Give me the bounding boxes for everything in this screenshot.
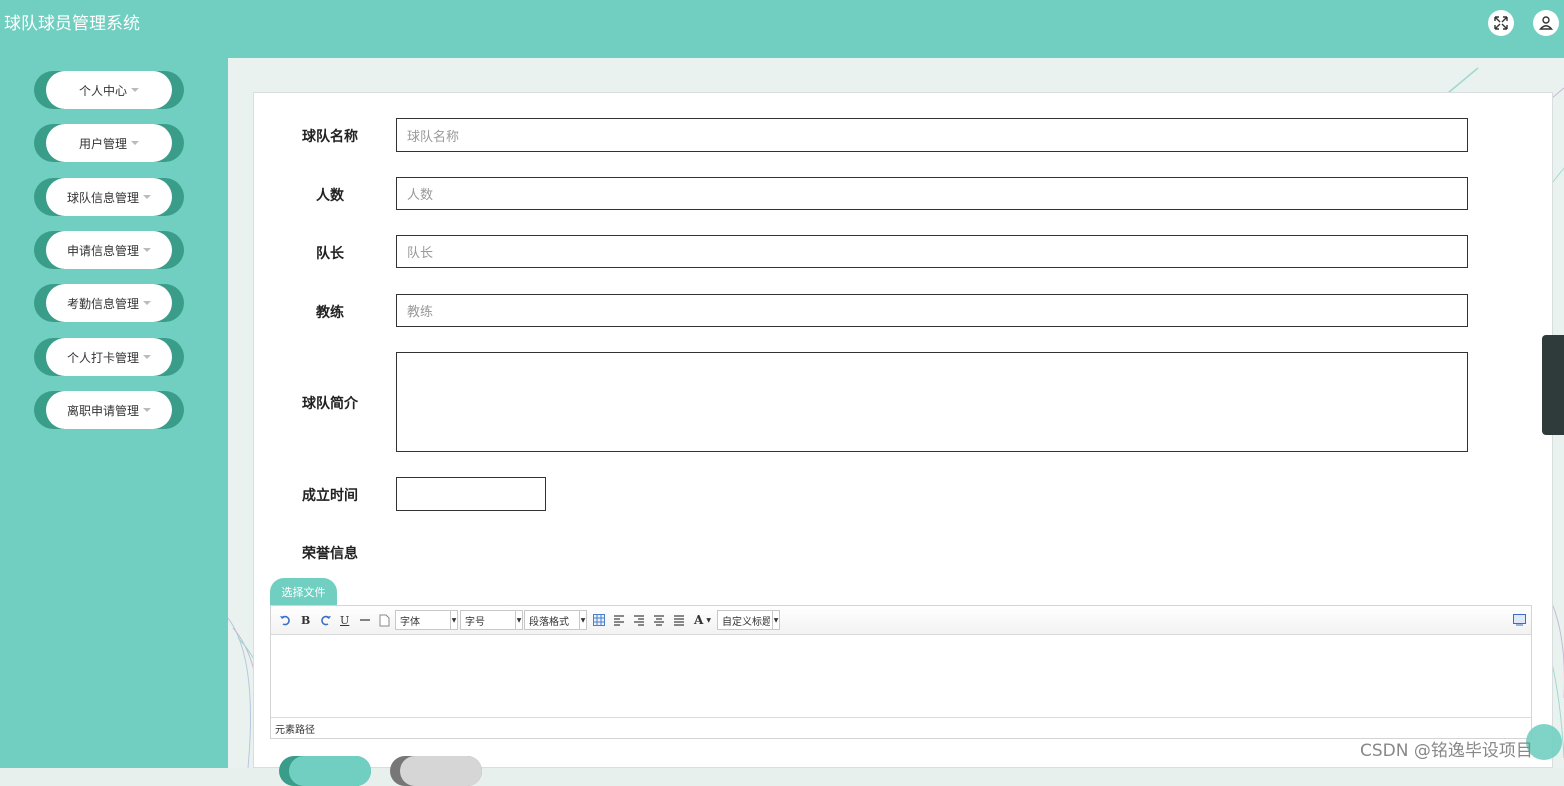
sidebar-item-attendance[interactable]: 考勤信息管理 bbox=[34, 284, 184, 322]
watermark: CSDN @铭逸毕设项目 bbox=[1360, 741, 1533, 761]
team-name-label: 球队名称 bbox=[302, 129, 358, 145]
sidebar-item-label: 个人中心 bbox=[78, 83, 127, 98]
cancel-button[interactable] bbox=[390, 756, 482, 786]
align-right-icon[interactable] bbox=[633, 612, 645, 628]
caret-down-icon bbox=[143, 248, 151, 252]
coach-placeholder: 教练 bbox=[407, 305, 434, 320]
founded-label: 成立时间 bbox=[302, 488, 358, 504]
team-name-input[interactable]: 球队名称 bbox=[396, 118, 1468, 152]
sidebar-item-checkin[interactable]: 个人打卡管理 bbox=[34, 338, 184, 376]
select-arrow-icon: ▼ bbox=[772, 611, 779, 629]
font-size-value: 字号 bbox=[465, 616, 485, 628]
font-family-value: 字体 bbox=[400, 616, 420, 628]
horizontal-rule-icon[interactable] bbox=[359, 612, 371, 628]
captain-input[interactable]: 队长 bbox=[396, 235, 1468, 268]
sidebar-item-label: 球队信息管理 bbox=[66, 190, 139, 205]
paragraph-format-select[interactable]: 段落格式 ▼ bbox=[524, 610, 587, 630]
select-arrow-icon: ▼ bbox=[579, 611, 586, 629]
sidebar-item-personal-center[interactable]: 个人中心 bbox=[34, 71, 184, 109]
select-arrow-icon: ▼ bbox=[450, 611, 457, 629]
table-icon[interactable] bbox=[593, 612, 605, 628]
team-name-placeholder: 球队名称 bbox=[407, 129, 460, 145]
redo-icon[interactable] bbox=[320, 612, 332, 628]
preview-icon[interactable] bbox=[1513, 612, 1526, 628]
font-color-arrow-icon: ▼ bbox=[706, 616, 711, 624]
sidebar-item-user-management[interactable]: 用户管理 bbox=[34, 124, 184, 162]
founded-date-input[interactable] bbox=[396, 477, 546, 511]
sidebar-item-label: 个人打卡管理 bbox=[66, 350, 139, 365]
honors-label: 荣誉信息 bbox=[302, 546, 358, 562]
editor-content-area[interactable] bbox=[271, 635, 1531, 718]
caret-down-icon bbox=[143, 355, 151, 359]
sidebar-item-label: 考勤信息管理 bbox=[66, 296, 139, 311]
font-color-button[interactable]: A ▼ bbox=[694, 612, 711, 628]
caret-down-icon bbox=[131, 88, 139, 92]
sidebar-item-team-info[interactable]: 球队信息管理 bbox=[34, 178, 184, 216]
underline-button[interactable]: U bbox=[340, 612, 349, 628]
side-panel-handle[interactable] bbox=[1542, 335, 1564, 435]
align-justify-icon[interactable] bbox=[673, 612, 685, 628]
captain-placeholder: 队长 bbox=[407, 246, 434, 261]
new-document-icon[interactable] bbox=[379, 612, 390, 628]
font-size-select[interactable]: 字号 ▼ bbox=[460, 610, 523, 630]
coach-input[interactable]: 教练 bbox=[396, 294, 1468, 327]
count-input[interactable]: 人数 bbox=[396, 177, 1468, 210]
sidebar-item-application-info[interactable]: 申请信息管理 bbox=[34, 231, 184, 269]
sidebar-item-label: 申请信息管理 bbox=[66, 243, 139, 258]
intro-textarea[interactable] bbox=[396, 352, 1468, 452]
custom-title-select[interactable]: 自定义标题 ▼ bbox=[717, 610, 780, 630]
caret-down-icon bbox=[131, 141, 139, 145]
caret-down-icon bbox=[143, 408, 151, 412]
sidebar-item-label: 用户管理 bbox=[78, 136, 127, 151]
submit-button-face bbox=[289, 756, 371, 786]
custom-title-value: 自定义标题 bbox=[722, 616, 770, 628]
coach-label: 教练 bbox=[316, 305, 344, 321]
paragraph-format-value: 段落格式 bbox=[529, 616, 569, 628]
font-family-select[interactable]: 字体 ▼ bbox=[395, 610, 458, 630]
sidebar-item-label: 离职申请管理 bbox=[66, 403, 139, 418]
count-placeholder: 人数 bbox=[407, 188, 434, 203]
user-icon[interactable] bbox=[1533, 10, 1559, 36]
top-bar: 球队球员管理系统 bbox=[0, 0, 1564, 58]
intro-label: 球队简介 bbox=[302, 396, 358, 412]
rich-text-editor: B U 字体 ▼ 字号 ▼ 段落格式 ▼ A ▼ 自定义标题 ▼ 元素路径 bbox=[270, 605, 1532, 739]
count-label: 人数 bbox=[316, 188, 344, 204]
cancel-button-face bbox=[400, 756, 482, 786]
align-left-icon[interactable] bbox=[613, 612, 625, 628]
app-title: 球队球员管理系统 bbox=[4, 14, 140, 34]
caret-down-icon bbox=[143, 301, 151, 305]
fullscreen-icon[interactable] bbox=[1488, 10, 1514, 36]
bold-button[interactable]: B bbox=[301, 612, 310, 628]
captain-label: 队长 bbox=[316, 246, 344, 262]
sidebar-item-resignation[interactable]: 离职申请管理 bbox=[34, 391, 184, 429]
font-color-label: A bbox=[694, 613, 704, 627]
choose-file-button[interactable]: 选择文件 bbox=[270, 578, 337, 605]
caret-down-icon bbox=[143, 195, 151, 199]
select-arrow-icon: ▼ bbox=[515, 611, 522, 629]
editor-toolbar: B U 字体 ▼ 字号 ▼ 段落格式 ▼ A ▼ 自定义标题 ▼ bbox=[271, 606, 1531, 635]
submit-button[interactable] bbox=[279, 756, 371, 786]
align-center-icon[interactable] bbox=[653, 612, 665, 628]
undo-icon[interactable] bbox=[279, 612, 291, 628]
element-path: 元素路径 bbox=[271, 717, 1531, 738]
